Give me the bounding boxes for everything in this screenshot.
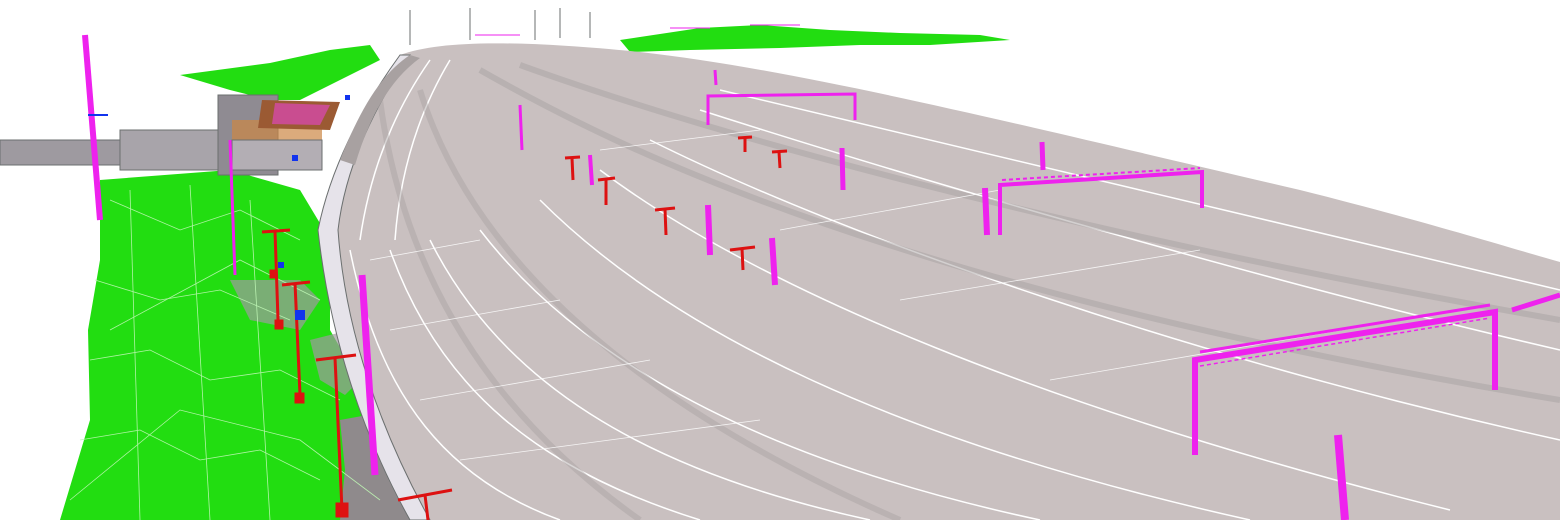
railway-viaduct-model-view [0,0,1560,520]
